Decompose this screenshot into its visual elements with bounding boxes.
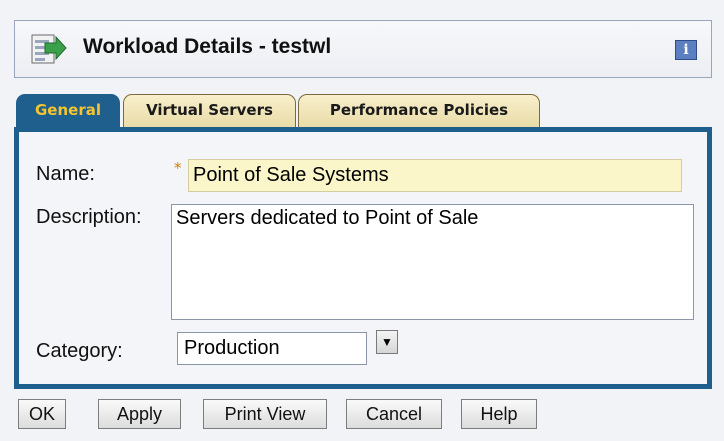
tab-performance-policies[interactable]: Performance Policies bbox=[298, 94, 540, 127]
page-title: Workload Details - testwl bbox=[83, 35, 332, 58]
cancel-button[interactable]: Cancel bbox=[346, 399, 442, 429]
info-icon[interactable]: i bbox=[675, 40, 697, 60]
description-label: Description: bbox=[36, 206, 142, 228]
print-view-button[interactable]: Print View bbox=[203, 399, 327, 429]
tab-virtual-servers[interactable]: Virtual Servers bbox=[123, 94, 296, 127]
workload-icon bbox=[31, 34, 67, 64]
category-label: Category: bbox=[36, 340, 123, 362]
tab-label: Virtual Servers bbox=[146, 101, 273, 119]
page-header: Workload Details - testwl i bbox=[14, 20, 712, 78]
name-input[interactable] bbox=[188, 159, 682, 192]
required-marker: * bbox=[174, 159, 182, 177]
tab-label: General bbox=[35, 101, 101, 119]
tab-general[interactable]: General bbox=[16, 94, 120, 130]
ok-button[interactable]: OK bbox=[18, 399, 66, 429]
help-button[interactable]: Help bbox=[461, 399, 537, 429]
tab-label: Performance Policies bbox=[329, 101, 509, 119]
general-panel: Name: * Description: Servers dedicated t… bbox=[14, 127, 712, 389]
category-select[interactable]: Production bbox=[177, 332, 367, 365]
description-textarea[interactable]: Servers dedicated to Point of Sale bbox=[171, 204, 694, 320]
apply-button[interactable]: Apply bbox=[98, 399, 181, 429]
chevron-down-icon[interactable]: ▼ bbox=[376, 330, 398, 354]
category-value: Production bbox=[184, 337, 280, 359]
name-label: Name: bbox=[36, 163, 95, 185]
